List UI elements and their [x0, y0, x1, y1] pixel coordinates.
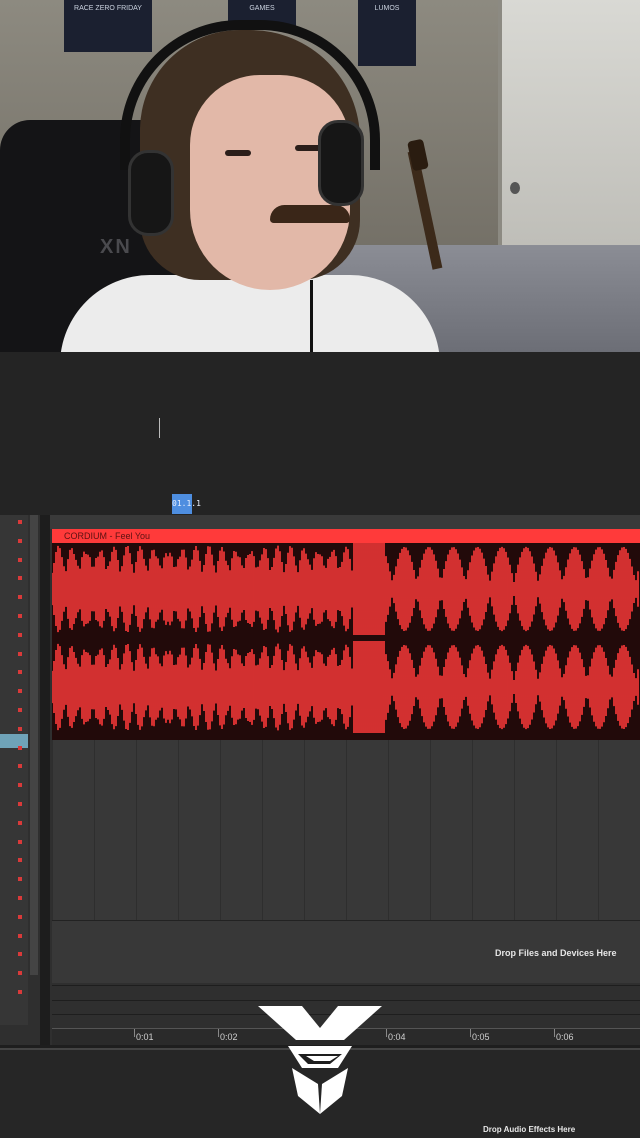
- return-track-b[interactable]: [52, 1000, 640, 1001]
- ruler-tick-mark: [218, 1029, 219, 1037]
- column-divider: [40, 515, 50, 1045]
- drop-files-label: Drop Files and Devices Here: [495, 948, 617, 958]
- waveform-channel: [52, 543, 639, 635]
- moustache: [270, 205, 350, 223]
- track-activator-dot[interactable]: [18, 896, 22, 900]
- ruler-tick-mark: [554, 1029, 555, 1037]
- track-activator-dot[interactable]: [18, 877, 22, 881]
- track-activator-dot[interactable]: [18, 539, 22, 543]
- track-activator-dot[interactable]: [18, 783, 22, 787]
- track-activator-dot[interactable]: [18, 840, 22, 844]
- track-activator-dot[interactable]: [18, 821, 22, 825]
- track-activator-dot[interactable]: [18, 727, 22, 731]
- drop-effects-label: Drop Audio Effects Here: [483, 1125, 576, 1134]
- headphone-right-cup: [318, 120, 364, 206]
- door-knob: [510, 182, 520, 194]
- track-activator-dot[interactable]: [18, 633, 22, 637]
- track-activator-dot[interactable]: [18, 934, 22, 938]
- track-activator-dot[interactable]: [18, 802, 22, 806]
- ruler-tick-mark: [134, 1029, 135, 1037]
- chair-brand: XN: [100, 236, 132, 258]
- overview-area[interactable]: [0, 352, 640, 515]
- track-activator-dot[interactable]: [18, 652, 22, 656]
- track-activator-dot[interactable]: [18, 990, 22, 994]
- vertical-scrollbar[interactable]: [30, 515, 38, 975]
- poster-left: RACE ZERO FRIDAY: [64, 0, 152, 52]
- return-track-a[interactable]: [52, 985, 640, 986]
- track-activator-dot[interactable]: [18, 858, 22, 862]
- insert-cursor: [159, 418, 160, 438]
- loop-marker[interactable]: 01.1.1: [172, 494, 201, 514]
- headphone-left-cup: [128, 150, 174, 236]
- c-shield-logo-icon: [258, 1006, 382, 1114]
- ruler-tick-label: 0:02: [220, 1032, 238, 1042]
- waveform: [52, 543, 639, 733]
- track-activator-dot[interactable]: [18, 558, 22, 562]
- poster-right: LUMOS: [358, 0, 416, 66]
- audio-clip[interactable]: [52, 529, 640, 740]
- track-activator-dot[interactable]: [18, 708, 22, 712]
- track-activator-dot[interactable]: [18, 952, 22, 956]
- track-activator-dot[interactable]: [18, 576, 22, 580]
- ruler-tick-mark: [470, 1029, 471, 1037]
- waveform-channel: [52, 641, 639, 733]
- track-activator-dot[interactable]: [18, 614, 22, 618]
- headphone-cable: [310, 280, 313, 352]
- track-activator-dot[interactable]: [18, 971, 22, 975]
- track-activator-dot[interactable]: [18, 595, 22, 599]
- track-activator-dot[interactable]: [18, 915, 22, 919]
- webcam-feed: RACE ZERO FRIDAY GAMES LUMOS XN: [0, 0, 640, 352]
- track-activator-dot[interactable]: [18, 520, 22, 524]
- track-controls-column[interactable]: [0, 515, 28, 1025]
- track-activator-dot[interactable]: [18, 764, 22, 768]
- lane-header-strip: [50, 515, 640, 529]
- ruler-tick-label: 0:06: [556, 1032, 574, 1042]
- ruler-tick-label: 0:05: [472, 1032, 490, 1042]
- ruler-tick-mark: [386, 1029, 387, 1037]
- clip-title: CORDIUM - Feel You: [64, 531, 151, 541]
- track-activator-dot[interactable]: [18, 689, 22, 693]
- ruler-tick-label: 0:04: [388, 1032, 406, 1042]
- track-activator-dot[interactable]: [18, 746, 22, 750]
- ruler-tick-label: 0:01: [136, 1032, 154, 1042]
- track-activator-dot[interactable]: [18, 670, 22, 674]
- selected-track-indicator[interactable]: [0, 734, 28, 748]
